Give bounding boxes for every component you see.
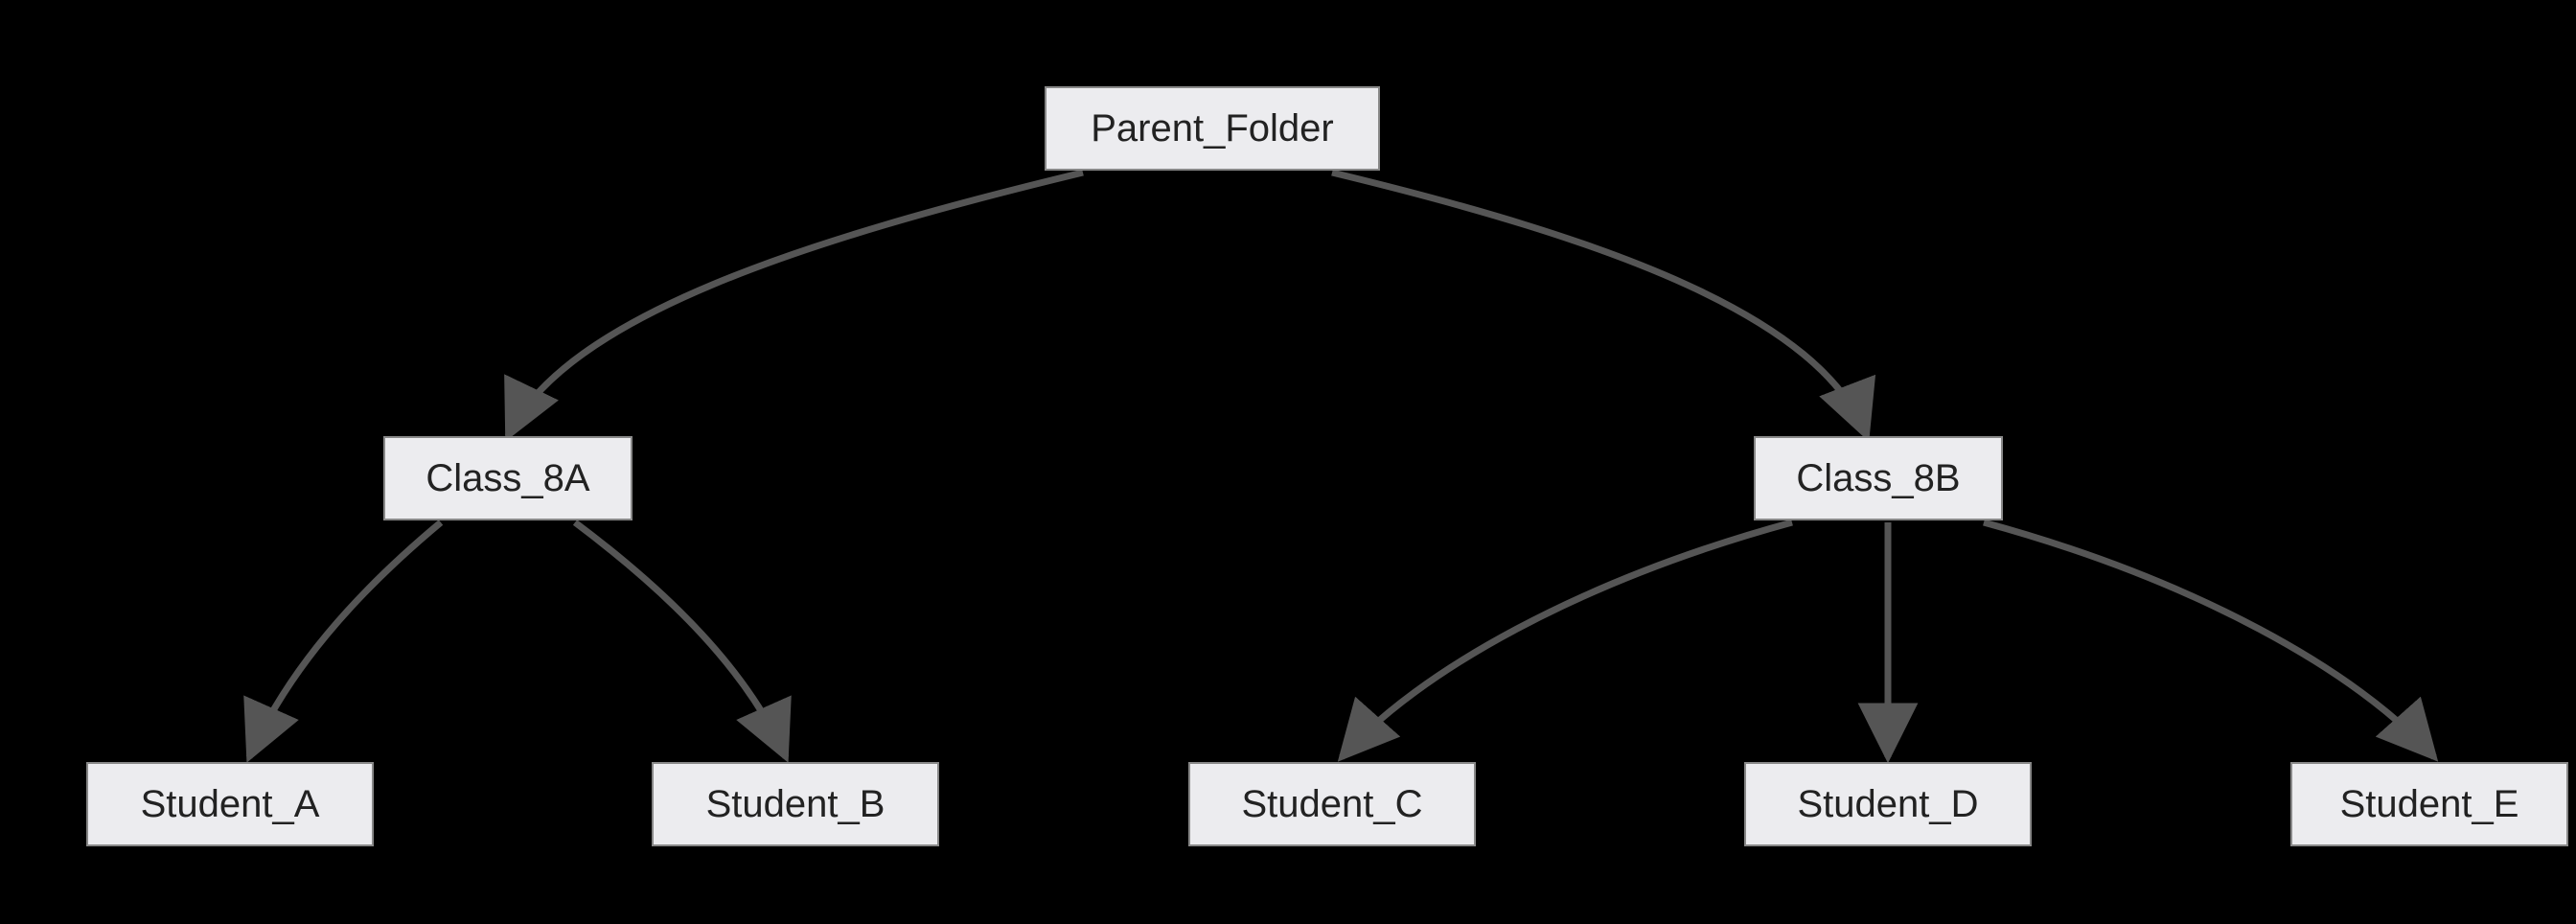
edge-class8b-to-studentc	[1342, 522, 1792, 757]
node-class-8a: Class_8A	[383, 436, 632, 520]
node-label: Class_8A	[426, 457, 589, 499]
node-class-8b: Class_8B	[1754, 436, 2003, 520]
edge-class8a-to-studentb	[575, 522, 786, 757]
diagram-canvas: Parent_Folder Class_8A Class_8B Student_…	[0, 0, 2576, 924]
node-label: Student_E	[2340, 783, 2519, 825]
edge-class8a-to-studenta	[249, 522, 441, 757]
node-student-e: Student_E	[2290, 762, 2568, 846]
node-student-d: Student_D	[1744, 762, 2032, 846]
node-label: Parent_Folder	[1091, 107, 1333, 150]
node-student-a: Student_A	[86, 762, 374, 846]
edge-class8b-to-studente	[1984, 522, 2434, 757]
node-label: Student_C	[1241, 783, 1422, 825]
node-label: Class_8B	[1796, 457, 1960, 499]
node-student-b: Student_B	[652, 762, 939, 846]
node-label: Student_A	[141, 783, 320, 825]
node-parent-folder: Parent_Folder	[1045, 86, 1380, 171]
node-label: Student_D	[1797, 783, 1978, 825]
edge-parent-to-class8b	[1332, 173, 1867, 436]
edge-parent-to-class8a	[508, 173, 1083, 436]
node-student-c: Student_C	[1188, 762, 1476, 846]
node-label: Student_B	[706, 783, 886, 825]
